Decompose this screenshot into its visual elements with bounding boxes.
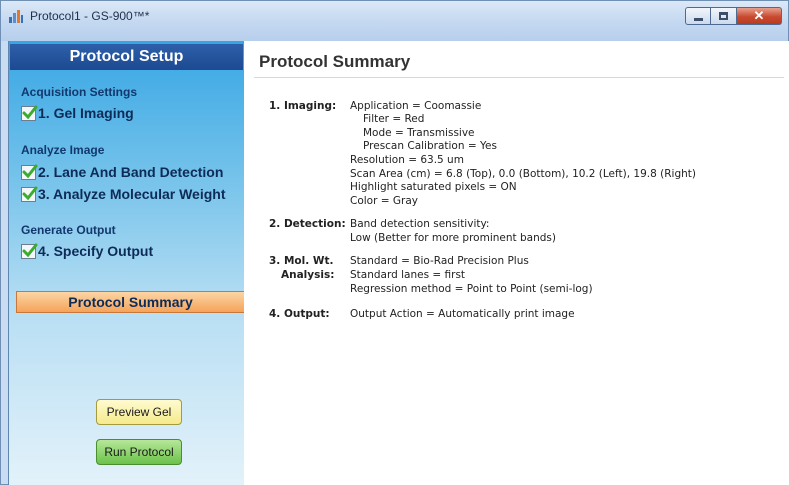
imaging-label: 1. Imaging: [269, 100, 337, 112]
step-label: 4. Specify Output [38, 243, 154, 259]
step-label: 2. Lane And Band Detection [38, 164, 224, 180]
step-analyze-molecular-weight[interactable]: 3. Analyze Molecular Weight [21, 184, 226, 204]
step-gel-imaging[interactable]: 1. Gel Imaging [21, 103, 134, 123]
detection-label: 2. Detection: [269, 218, 346, 230]
window-title: Protocol1 - GS-900™* [30, 9, 150, 23]
checkmark-icon [21, 243, 38, 259]
close-icon: ✕ [753, 8, 765, 23]
imaging-value: Filter = Red [363, 113, 425, 125]
protocol-setup-panel: Protocol Setup Acquisition Settings 1. G… [8, 41, 245, 485]
imaging-value: Application = Coomassie [350, 100, 482, 112]
protocol-setup-header: Protocol Setup [10, 44, 243, 70]
output-value: Output Action = Automatically print imag… [350, 308, 575, 320]
section-generate-output: Generate Output [21, 223, 116, 237]
imaging-value: Color = Gray [350, 195, 418, 207]
protocol-summary-content: Protocol Summary 1. Imaging: Application… [244, 41, 789, 485]
molwt-value: Standard lanes = first [350, 269, 466, 281]
run-protocol-button[interactable]: Run Protocol [96, 439, 182, 465]
detection-value: Low (Better for more prominent bands) [350, 232, 556, 244]
molwt-value: Regression method = Point to Point (semi… [350, 283, 593, 295]
detection-value: Band detection sensitivity: [350, 218, 490, 230]
app-chart-icon [8, 8, 24, 24]
checkmark-icon [21, 164, 38, 180]
app-window: Protocol1 - GS-900™* ✕ Protocol Setup Ac… [0, 0, 789, 485]
step-label: 3. Analyze Molecular Weight [38, 186, 226, 202]
section-analyze-image: Analyze Image [21, 143, 105, 157]
step-lane-and-band-detection[interactable]: 2. Lane And Band Detection [21, 162, 223, 182]
step-label: 1. Gel Imaging [38, 105, 134, 121]
molwt-value: Standard = Bio-Rad Precision Plus [350, 255, 529, 267]
imaging-value: Resolution = 63.5 um [350, 154, 464, 166]
window-controls: ✕ [685, 7, 782, 27]
maximize-icon [719, 12, 728, 20]
page-title: Protocol Summary [259, 52, 411, 71]
preview-gel-button[interactable]: Preview Gel [96, 399, 182, 425]
title-divider [254, 77, 784, 78]
maximize-button[interactable] [711, 7, 737, 25]
minimize-button[interactable] [685, 7, 711, 25]
section-acquisition-settings: Acquisition Settings [21, 85, 138, 99]
imaging-value: Mode = Transmissive [363, 127, 475, 139]
close-button[interactable]: ✕ [737, 7, 782, 25]
step-specify-output[interactable]: 4. Specify Output [21, 241, 153, 261]
imaging-value: Highlight saturated pixels = ON [350, 181, 517, 193]
protocol-summary-button[interactable]: Protocol Summary [16, 291, 245, 313]
molwt-label: Analysis: [281, 269, 335, 281]
molwt-label: 3. Mol. Wt. [269, 255, 334, 267]
title-bar[interactable]: Protocol1 - GS-900™* ✕ [1, 1, 788, 41]
imaging-value: Prescan Calibration = Yes [363, 140, 497, 152]
output-label: 4. Output: [269, 308, 330, 320]
imaging-value: Scan Area (cm) = 6.8 (Top), 0.0 (Bottom)… [350, 168, 696, 180]
checkmark-icon [21, 105, 38, 121]
minimize-icon [694, 18, 703, 21]
checkmark-icon [21, 186, 38, 202]
